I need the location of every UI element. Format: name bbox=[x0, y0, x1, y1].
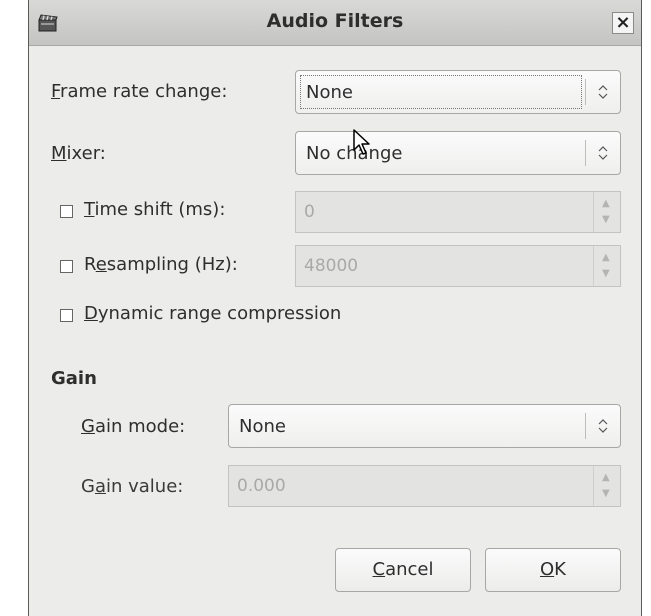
title-bar[interactable]: Audio Filters × bbox=[29, 0, 641, 46]
updown-arrows-icon bbox=[598, 85, 608, 99]
cancel-button[interactable]: Cancel bbox=[335, 548, 471, 592]
gain-value-value: 0.000 bbox=[237, 476, 286, 496]
gain-mode-value: None bbox=[239, 416, 286, 437]
spin-up-icon[interactable]: ▲ bbox=[602, 199, 610, 209]
resampling-checkbox[interactable] bbox=[60, 260, 73, 273]
close-button[interactable]: × bbox=[612, 12, 634, 34]
spin-down-icon[interactable]: ▼ bbox=[602, 489, 610, 499]
mixer-combo[interactable]: No change bbox=[295, 131, 621, 175]
audio-filters-dialog: Audio Filters × Frame rate change: None … bbox=[28, 0, 642, 616]
gain-mode-label: Gain mode: bbox=[81, 416, 186, 437]
resampling-value: 48000 bbox=[304, 256, 359, 276]
spin-buttons: ▲ ▼ bbox=[593, 192, 620, 232]
mouse-pointer-icon bbox=[353, 129, 370, 155]
time-shift-label[interactable]: Time shift (ms): bbox=[84, 199, 225, 220]
dialog-title: Audio Filters bbox=[266, 10, 404, 32]
spin-down-icon[interactable]: ▼ bbox=[602, 269, 610, 279]
frame-rate-combo[interactable]: None bbox=[295, 70, 621, 114]
resampling-label[interactable]: Resampling (Hz): bbox=[84, 254, 238, 275]
ok-button[interactable]: OK bbox=[485, 548, 621, 592]
gain-mode-combo[interactable]: None bbox=[228, 404, 621, 448]
drc-checkbox[interactable] bbox=[60, 309, 73, 322]
time-shift-spinbox[interactable]: 0 ▲ ▼ bbox=[295, 191, 621, 233]
spin-down-icon[interactable]: ▼ bbox=[602, 215, 610, 225]
updown-arrows-icon bbox=[598, 419, 608, 433]
combo-separator bbox=[585, 413, 586, 439]
spin-buttons: ▲ ▼ bbox=[593, 246, 620, 286]
updown-arrows-icon bbox=[598, 146, 608, 160]
combo-separator bbox=[585, 140, 586, 166]
combo-separator bbox=[585, 79, 586, 105]
mixer-label: Mixer: bbox=[51, 143, 106, 164]
spin-up-icon[interactable]: ▲ bbox=[602, 473, 610, 483]
time-shift-checkbox[interactable] bbox=[60, 205, 73, 218]
spin-up-icon[interactable]: ▲ bbox=[602, 253, 610, 263]
time-shift-value: 0 bbox=[304, 202, 315, 222]
frame-rate-value: None bbox=[306, 82, 353, 103]
gain-value-label: Gain value: bbox=[81, 476, 184, 497]
frame-rate-label: Frame rate change: bbox=[51, 81, 228, 102]
resampling-spinbox[interactable]: 48000 ▲ ▼ bbox=[295, 245, 621, 287]
gain-section-title: Gain bbox=[51, 368, 97, 389]
gain-value-spinbox[interactable]: 0.000 ▲ ▼ bbox=[228, 465, 621, 507]
drc-label[interactable]: Dynamic range compression bbox=[84, 303, 341, 324]
spin-buttons: ▲ ▼ bbox=[593, 466, 620, 506]
